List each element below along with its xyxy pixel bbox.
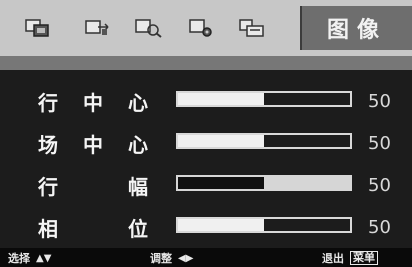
up-down-arrows-icon: ▲▼ bbox=[36, 252, 52, 264]
h-center-level-bar[interactable] bbox=[176, 91, 352, 107]
menu-item-phase[interactable]: 相 位 50 bbox=[0, 208, 412, 244]
menu-tab-bar: 图像 bbox=[0, 0, 412, 56]
tab-picture[interactable]: 图像 bbox=[300, 6, 412, 50]
level-fill bbox=[178, 219, 264, 231]
menu-item-h-width[interactable]: 行 幅 50 bbox=[0, 166, 412, 202]
sound-icon[interactable] bbox=[82, 14, 116, 42]
level-fill bbox=[178, 177, 264, 189]
menu-key: 菜单 bbox=[350, 251, 378, 265]
level-fill bbox=[178, 135, 264, 147]
level-fill bbox=[178, 93, 264, 105]
adjust-hint: 调整 ◀▶ bbox=[150, 252, 194, 265]
v-center-value: 50 bbox=[368, 132, 391, 154]
phase-value: 50 bbox=[368, 216, 391, 238]
menu-item-label: 行 幅 bbox=[38, 174, 148, 199]
h-width-level-bar[interactable] bbox=[176, 175, 352, 191]
menu-item-label: 行 中 心 bbox=[38, 90, 148, 115]
menu-item-v-center[interactable]: 场 中 心 50 bbox=[0, 124, 412, 160]
setup-icon[interactable] bbox=[186, 14, 220, 42]
h-center-value: 50 bbox=[368, 90, 391, 112]
phase-level-bar[interactable] bbox=[176, 217, 352, 233]
key-hint-bar: 选择 ▲▼ 调整 ◀▶ 退出 菜单 bbox=[0, 248, 412, 267]
osd-menu-screen: 图像 行 中 心 50 场 中 心 50 行 幅 50 相 位 50 选择 ▲▼… bbox=[0, 0, 412, 267]
select-hint: 选择 ▲▼ bbox=[8, 252, 52, 265]
left-right-arrows-icon: ◀▶ bbox=[178, 252, 194, 264]
menu-panel: 行 中 心 50 场 中 心 50 行 幅 50 相 位 50 bbox=[0, 70, 412, 248]
v-center-level-bar[interactable] bbox=[176, 133, 352, 149]
menu-item-h-center[interactable]: 行 中 心 50 bbox=[0, 82, 412, 118]
menu-item-label: 相 位 bbox=[38, 216, 148, 241]
menu-item-label: 场 中 心 bbox=[38, 132, 148, 157]
picture-adjust-icon[interactable] bbox=[22, 14, 56, 42]
geometry-icon[interactable] bbox=[132, 14, 166, 42]
exit-hint: 退出 菜单 bbox=[322, 251, 378, 265]
h-width-value: 50 bbox=[368, 174, 391, 196]
tab-underline-strip bbox=[0, 56, 412, 70]
input-icon[interactable] bbox=[236, 14, 270, 42]
